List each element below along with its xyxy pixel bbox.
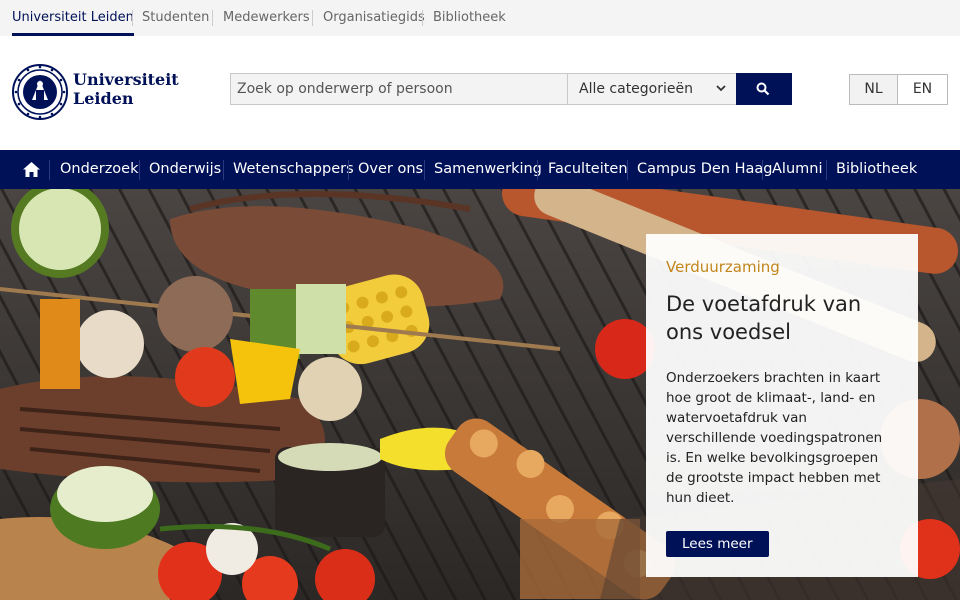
top-utility-bar: Universiteit Leiden Studenten Medewerker… bbox=[0, 0, 960, 36]
top-link-organisatiegids[interactable]: Organisatiegids bbox=[323, 0, 425, 36]
nav-item-faculteiten[interactable]: Faculteiten bbox=[548, 150, 628, 189]
nav-item-bibliotheek[interactable]: Bibliotheek bbox=[836, 150, 917, 189]
university-wordmark[interactable]: Universiteit Leiden bbox=[73, 70, 179, 108]
main-navigation: Onderzoek Onderwijs Wetenschappers Over … bbox=[0, 150, 960, 189]
nav-item-alumni[interactable]: Alumni bbox=[772, 150, 822, 189]
nav-item-samenwerking[interactable]: Samenwerking bbox=[434, 150, 542, 189]
nav-item-wetenschappers[interactable]: Wetenschappers bbox=[233, 150, 354, 189]
nav-divider bbox=[627, 160, 628, 180]
search-button[interactable] bbox=[736, 73, 792, 105]
nav-divider bbox=[424, 160, 425, 180]
nav-item-over-ons[interactable]: Over ons bbox=[358, 150, 423, 189]
hero-card: Verduurzaming De voetafdruk van ons voed… bbox=[646, 234, 918, 577]
language-nl-button[interactable]: NL bbox=[849, 74, 898, 105]
nav-divider bbox=[537, 160, 538, 180]
search-icon bbox=[756, 82, 770, 96]
top-link-studenten[interactable]: Studenten bbox=[142, 0, 209, 36]
category-select-value: Alle categorieën bbox=[579, 81, 693, 97]
nav-divider bbox=[139, 160, 140, 180]
language-en-button[interactable]: EN bbox=[897, 74, 948, 105]
home-icon[interactable] bbox=[22, 161, 41, 182]
divider bbox=[132, 10, 133, 26]
divider bbox=[422, 10, 423, 26]
top-link-medewerkers[interactable]: Medewerkers bbox=[223, 0, 310, 36]
wordmark-line-1: Universiteit bbox=[73, 70, 179, 89]
wordmark-line-2: Leiden bbox=[73, 89, 134, 108]
read-more-button[interactable]: Lees meer bbox=[666, 531, 769, 557]
university-seal-logo[interactable] bbox=[12, 60, 68, 124]
search-input[interactable]: Zoek op onderwerp of persoon bbox=[231, 74, 568, 104]
search-bar: Zoek op onderwerp of persoon Alle catego… bbox=[230, 73, 792, 105]
top-link-bibliotheek[interactable]: Bibliotheek bbox=[433, 0, 506, 36]
chevron-down-icon bbox=[715, 74, 727, 115]
nav-divider bbox=[348, 160, 349, 180]
top-link-universiteit-leiden[interactable]: Universiteit Leiden bbox=[12, 0, 134, 36]
nav-divider bbox=[762, 160, 763, 180]
divider bbox=[312, 10, 313, 26]
divider bbox=[212, 10, 213, 26]
hero-description: Onderzoekers brachten in kaart hoe groot… bbox=[666, 370, 883, 506]
nav-item-campus-den-haag[interactable]: Campus Den Haag bbox=[637, 150, 772, 189]
hero-title[interactable]: De voetafdruk van ons voedsel bbox=[666, 290, 898, 346]
nav-item-onderzoek[interactable]: Onderzoek bbox=[60, 150, 139, 189]
nav-item-onderwijs[interactable]: Onderwijs bbox=[149, 150, 221, 189]
category-select[interactable]: Alle categorieën bbox=[569, 74, 737, 104]
nav-divider bbox=[223, 160, 224, 180]
nav-divider bbox=[49, 160, 50, 180]
nav-divider bbox=[826, 160, 827, 180]
hero-category-label[interactable]: Verduurzaming bbox=[666, 258, 898, 276]
